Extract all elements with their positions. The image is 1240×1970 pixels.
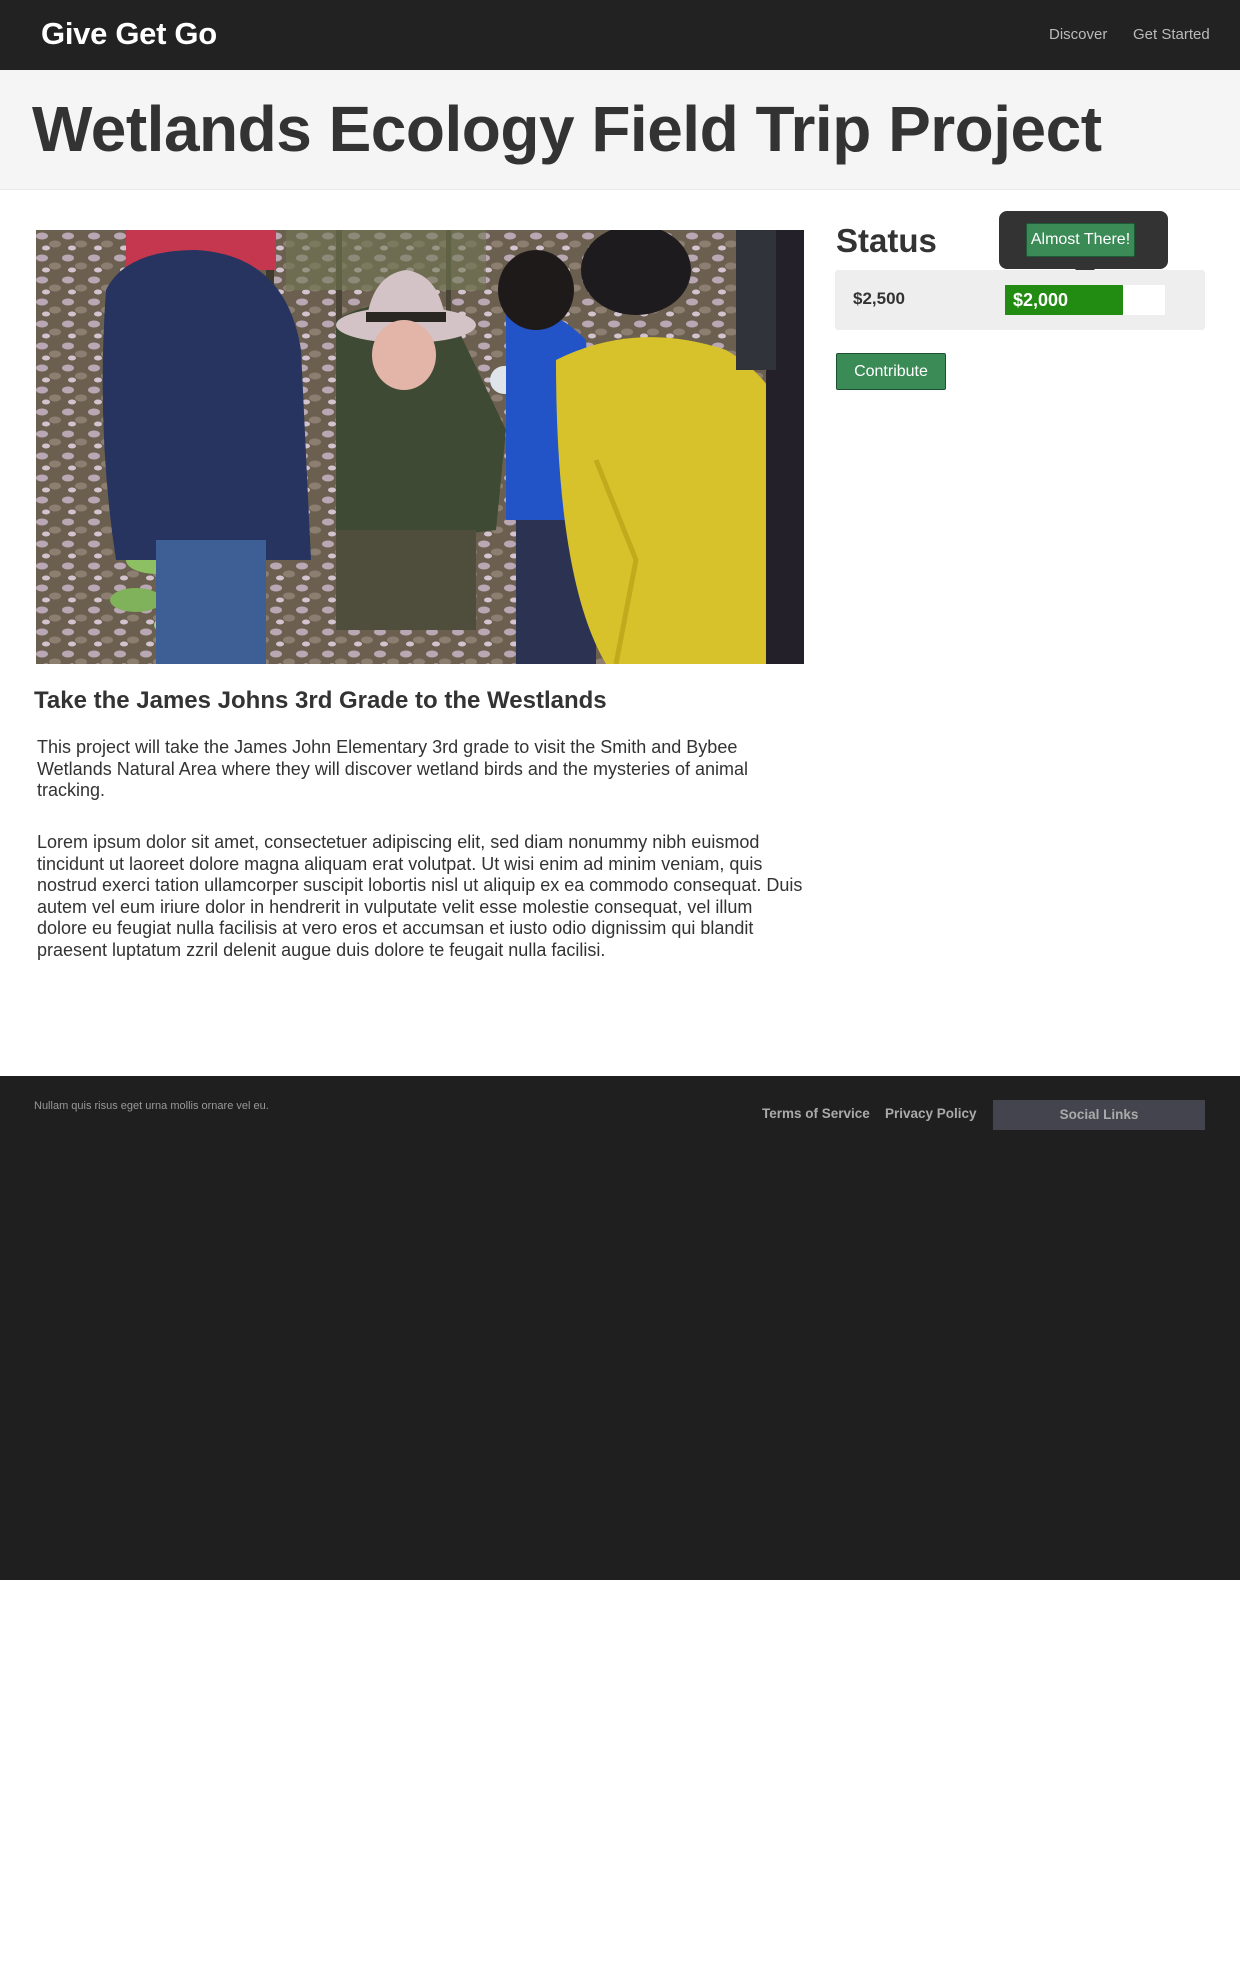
progress-fill: $2,000 — [1005, 285, 1124, 315]
nav-get-started-link[interactable]: Get Started — [1133, 26, 1210, 43]
progress-tooltip: Almost There! — [999, 211, 1168, 279]
hero-banner: Wetlands Ecology Field Trip Project — [0, 70, 1240, 190]
brand-logo[interactable]: Give Get Go — [41, 16, 217, 52]
status-panel: $2,500 $2,000 — [835, 270, 1205, 330]
footer-note: Nullam quis risus eget urna mollis ornar… — [34, 1100, 269, 1112]
nav-discover-link[interactable]: Discover — [1049, 26, 1107, 43]
page-title: Wetlands Ecology Field Trip Project — [32, 93, 1102, 165]
project-body-text: Lorem ipsum dolor sit amet, consectetuer… — [37, 832, 803, 960]
project-photo — [36, 230, 804, 664]
terms-of-service-link[interactable]: Terms of Service — [762, 1106, 870, 1121]
top-navbar: Give Get Go Discover Get Started — [0, 0, 1240, 70]
footer: Nullam quis risus eget urna mollis ornar… — [0, 1076, 1240, 1580]
contribute-button[interactable]: Contribute — [836, 353, 946, 390]
status-heading: Status — [836, 222, 937, 259]
project-description: This project will take the James John El… — [37, 737, 748, 801]
raised-amount: $2,000 — [1013, 290, 1069, 310]
social-links-button[interactable]: Social Links — [993, 1100, 1205, 1130]
almost-there-badge: Almost There! — [1026, 223, 1135, 257]
project-subtitle: Take the James Johns 3rd Grade to the We… — [34, 687, 607, 714]
goal-amount: $2,500 — [853, 289, 905, 308]
funding-progress-bar: $2,000 — [1005, 285, 1165, 315]
privacy-policy-link[interactable]: Privacy Policy — [885, 1106, 977, 1121]
